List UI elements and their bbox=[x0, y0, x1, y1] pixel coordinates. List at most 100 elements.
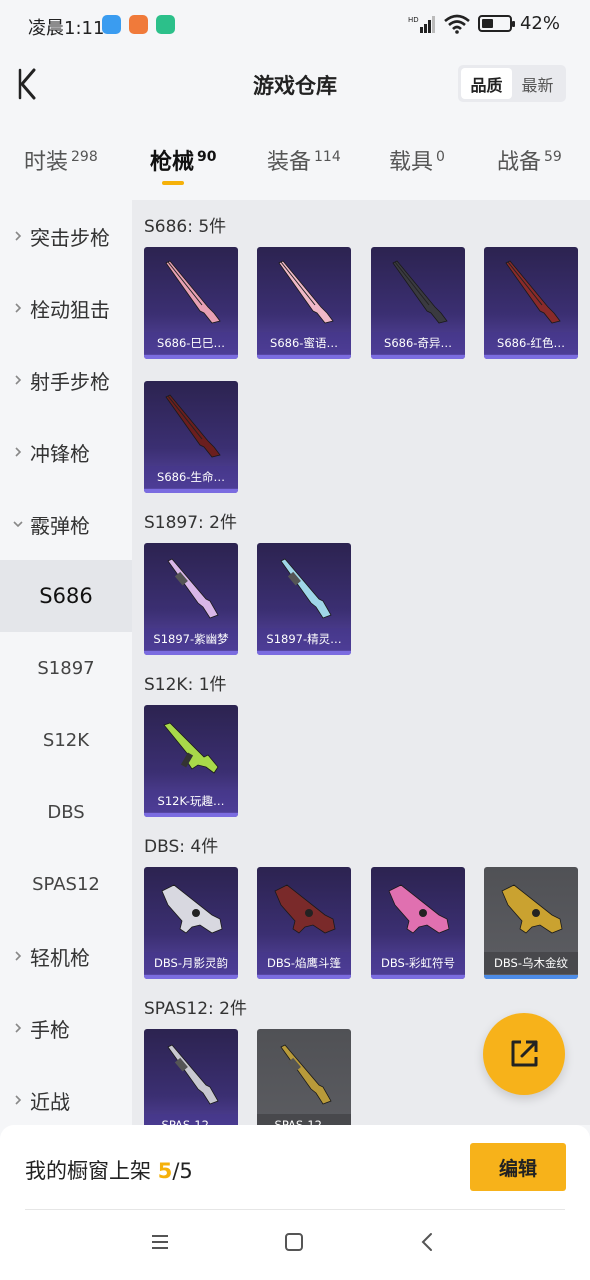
showcase-current-count: 5 bbox=[157, 1159, 173, 1183]
tab-fashion[interactable]: 时装 298 bbox=[24, 144, 98, 176]
weapon-image bbox=[148, 875, 234, 947]
weapon-skin-name: S12K-玩趣… bbox=[144, 790, 238, 812]
edit-button[interactable]: 编辑 bbox=[470, 1143, 566, 1191]
chevron-down-icon bbox=[13, 521, 23, 528]
tab-label: 战备 bbox=[497, 150, 542, 175]
tab-firearms[interactable]: 枪械 90 bbox=[150, 144, 217, 185]
rarity-bar bbox=[144, 489, 238, 493]
weapon-image bbox=[148, 1037, 234, 1109]
sidebar-subitem-spas12[interactable]: SPAS12 bbox=[0, 848, 132, 920]
app-notification-icon-1 bbox=[102, 15, 121, 34]
tab-count: 114 bbox=[314, 148, 341, 165]
group-title: S686: 5件 bbox=[144, 217, 227, 237]
app-notification-icon-3 bbox=[156, 15, 175, 34]
tab-count: 298 bbox=[71, 148, 98, 165]
sidebar-subitem-s1897[interactable]: S1897 bbox=[0, 632, 132, 704]
sidebar-item-pistol[interactable]: 手枪 bbox=[0, 992, 132, 1064]
home-square-icon[interactable] bbox=[282, 1230, 306, 1254]
sort-quality-button[interactable]: 品质 bbox=[461, 68, 512, 99]
sidebar-subitem-s12k[interactable]: S12K bbox=[0, 704, 132, 776]
weapon-skin-card[interactable]: SPAS-12… bbox=[257, 1029, 351, 1125]
weapon-skin-card[interactable]: DBS-彩虹符号 bbox=[371, 867, 465, 979]
signal-icon: HD bbox=[408, 15, 435, 33]
rarity-bar bbox=[484, 975, 578, 979]
sidebar-item-label: 突击步枪 bbox=[30, 225, 110, 250]
sidebar-item-shotgun[interactable]: 霰弹枪 bbox=[0, 488, 132, 560]
group-title: SPAS12: 2件 bbox=[144, 999, 247, 1019]
sidebar-item-label: 射手步枪 bbox=[30, 369, 110, 394]
weapon-skin-card[interactable]: S686-生命… bbox=[144, 381, 238, 493]
weapon-skin-name: S686-红色… bbox=[484, 332, 578, 354]
rarity-bar bbox=[257, 651, 351, 655]
chevron-right-icon bbox=[15, 447, 22, 457]
weapon-skin-card[interactable]: S686-蜜语… bbox=[257, 247, 351, 359]
tab-label: 载具 bbox=[389, 150, 434, 175]
header: 游戏仓库 品质 最新 bbox=[0, 52, 590, 122]
sidebar-item-bolt-sniper[interactable]: 栓动狙击 bbox=[0, 272, 132, 344]
tab-supplies[interactable]: 战备 59 bbox=[497, 144, 562, 176]
chevron-right-icon bbox=[15, 303, 22, 313]
weapon-skin-card[interactable]: S12K-玩趣… bbox=[144, 705, 238, 817]
sort-newest-button[interactable]: 最新 bbox=[512, 68, 563, 99]
weapon-skin-card[interactable]: SPAS-12… bbox=[144, 1029, 238, 1125]
rarity-bar bbox=[144, 813, 238, 817]
weapon-skin-name: S686-生命… bbox=[144, 466, 238, 488]
status-time: 凌晨1:11 bbox=[28, 18, 105, 39]
weapon-skin-name: DBS-乌木金纹 bbox=[484, 952, 578, 974]
tab-label: 枪械 bbox=[150, 150, 195, 175]
wifi-icon bbox=[444, 14, 470, 34]
tab-count: 0 bbox=[436, 148, 445, 165]
sort-toggle: 品质 最新 bbox=[458, 65, 566, 102]
weapon-skin-card[interactable]: S686-巳巳… bbox=[144, 247, 238, 359]
weapon-skin-name: S1897-紫幽梦 bbox=[144, 628, 238, 650]
sidebar-item-label: 栓动狙击 bbox=[30, 297, 110, 322]
weapon-skin-card[interactable]: S686-红色… bbox=[484, 247, 578, 359]
tab-equipment[interactable]: 装备 114 bbox=[267, 144, 341, 176]
showcase-label: 我的橱窗上架 bbox=[25, 1159, 158, 1183]
weapon-image bbox=[261, 1037, 347, 1109]
weapon-skin-grid: S686: 5件 S686-巳巳… S686-蜜语… S686-奇异… S686-红色…… bbox=[132, 200, 590, 1125]
sidebar-item-label: 冲锋枪 bbox=[30, 441, 90, 466]
rarity-bar bbox=[257, 355, 351, 359]
weapon-skin-card[interactable]: DBS-焰鹰斗篷 bbox=[257, 867, 351, 979]
back-nav-icon[interactable] bbox=[416, 1230, 440, 1254]
weapon-image bbox=[375, 255, 461, 327]
status-bar: 凌晨1:11 HD 42% bbox=[0, 0, 590, 52]
share-fab-button[interactable] bbox=[483, 1013, 565, 1095]
weapon-skin-name: DBS-彩虹符号 bbox=[371, 952, 465, 974]
tab-label: 装备 bbox=[267, 150, 312, 175]
sidebar-item-label: 近战 bbox=[30, 1089, 70, 1114]
showcase-total: /5 bbox=[172, 1159, 193, 1183]
weapon-image bbox=[488, 875, 574, 947]
sidebar-item-marksman-rifle[interactable]: 射手步枪 bbox=[0, 344, 132, 416]
showcase-status: 我的橱窗上架 5/5 bbox=[25, 1155, 193, 1185]
divider bbox=[25, 1209, 565, 1210]
weapon-skin-card[interactable]: DBS-乌木金纹 bbox=[484, 867, 578, 979]
weapon-skin-name: S686-奇异… bbox=[371, 332, 465, 354]
share-external-icon bbox=[511, 1040, 538, 1067]
weapon-skin-card[interactable]: S1897-精灵… bbox=[257, 543, 351, 655]
sidebar-item-melee[interactable]: 近战 bbox=[0, 1064, 132, 1125]
weapon-skin-card[interactable]: DBS-月影灵韵 bbox=[144, 867, 238, 979]
menu-icon[interactable] bbox=[148, 1230, 172, 1254]
sidebar-item-smg[interactable]: 冲锋枪 bbox=[0, 416, 132, 488]
tab-count: 90 bbox=[197, 148, 217, 165]
rarity-bar bbox=[144, 975, 238, 979]
weapon-skin-card[interactable]: S1897-紫幽梦 bbox=[144, 543, 238, 655]
chevron-right-icon bbox=[15, 1095, 22, 1105]
tab-label: 时装 bbox=[24, 150, 69, 175]
tab-vehicles[interactable]: 载具 0 bbox=[389, 144, 445, 176]
weapon-image bbox=[261, 551, 347, 623]
chevron-right-icon bbox=[15, 375, 22, 385]
sidebar-item-assault-rifle[interactable]: 突击步枪 bbox=[0, 200, 132, 272]
group-title: DBS: 4件 bbox=[144, 837, 219, 857]
sidebar-item-label: 轻机枪 bbox=[30, 945, 90, 970]
rarity-bar bbox=[257, 975, 351, 979]
sidebar-item-lmg[interactable]: 轻机枪 bbox=[0, 920, 132, 992]
group-title: S12K: 1件 bbox=[144, 675, 227, 695]
sidebar-subitem-dbs[interactable]: DBS bbox=[0, 776, 132, 848]
weapon-skin-name: DBS-月影灵韵 bbox=[144, 952, 238, 974]
weapon-skin-card[interactable]: S686-奇异… bbox=[371, 247, 465, 359]
system-nav-bar bbox=[0, 1220, 590, 1265]
sidebar-subitem-s686[interactable]: S686 bbox=[0, 560, 132, 632]
